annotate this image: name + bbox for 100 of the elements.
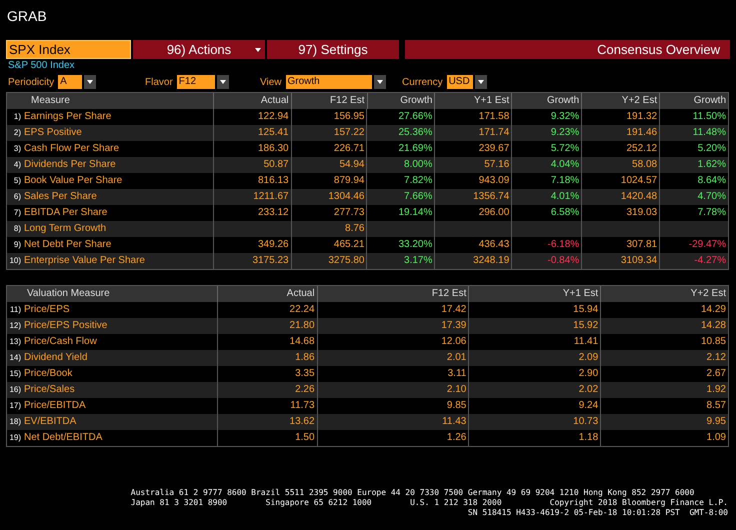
value-text: 9.85 [446,400,466,411]
value-text: 943.09 [478,175,510,186]
measure-link[interactable]: EPS Positive [23,125,82,141]
value-text: 156.95 [334,111,364,122]
growth-text: 6.58% [550,207,580,218]
value-text: 15.92 [573,320,598,331]
column-header: F12 Est [432,288,466,299]
value-text: 239.67 [478,143,510,154]
value-text: 233.12 [258,207,289,218]
value-text: 191.46 [626,127,658,138]
growth-text: 7.78% [698,207,726,218]
row-number: 4) [12,159,22,171]
value-text: 296.00 [478,207,510,218]
growth-text: 7.82% [404,175,432,186]
measure-link[interactable]: Earnings Per Share [23,109,112,125]
growth-text: -0.84% [548,255,580,266]
row-number: 15) [8,368,22,380]
measure-link[interactable]: Price/Cash Flow [23,334,97,350]
column-header: Y+2 Est [622,95,658,106]
value-text: 1304.46 [328,191,364,202]
column-header: Growth [546,95,580,106]
value-text: 2.09 [578,352,598,363]
value-text: 54.94 [339,159,364,170]
measure-link[interactable]: Price/Book [23,366,72,382]
growth-text: 5.20% [698,143,726,154]
value-text: 1024.57 [620,175,658,186]
measure-link[interactable]: Enterprise Value Per Share [23,253,145,269]
value-text: 8.76 [345,223,364,234]
value-text: 307.81 [626,239,658,250]
security-field[interactable]: SPX Index [6,40,131,59]
growth-text: 9.32% [550,111,580,122]
row-number: 19) [8,432,22,444]
growth-text: 1.62% [698,159,726,170]
value-text: 57.16 [484,159,510,170]
value-text: 10.85 [700,336,726,347]
row-number: 7) [12,207,22,219]
footer-text: Japan 81 3 3201 8900 Singapore 65 6212 1000 U.S. 1 212 318 2000 Copyright 2018 Bloomberg Finance L.P. [130,498,728,508]
measure-link[interactable]: Price/EPS [23,302,70,318]
value-text: 1.50 [295,432,315,443]
value-text: 17.42 [441,304,466,315]
value-text: 3.11 [448,368,466,379]
growth-text: 21.69% [398,143,432,154]
growth-text: 11.50% [692,111,726,122]
actions-label: 96) Actions [166,40,232,59]
measure-link[interactable]: Sales Per Share [23,189,97,205]
actions-menu-button[interactable]: 96) Actions [133,40,265,59]
value-text: 17.39 [441,320,466,331]
caret-icon [374,75,386,89]
value-text: 2.90 [578,368,598,379]
row-number: 12) [8,320,22,332]
measure-link[interactable]: Dividends Per Share [23,157,116,173]
value-text: 11.73 [290,400,315,411]
measure-link[interactable]: EV/EBITDA [23,414,76,430]
value-text: 1420.48 [620,191,658,202]
value-text: 8.57 [706,400,726,411]
page-title: Consensus Overview [405,40,730,59]
value-text: 14.28 [700,320,726,331]
security-description: S&P 500 Index [7,59,76,73]
measure-link[interactable]: Net Debt/EBITDA [23,430,102,446]
measure-link[interactable]: Book Value Per Share [23,173,122,189]
measure-link[interactable]: Price/EPS Positive [23,318,108,334]
value-text: 21.80 [290,320,315,331]
growth-text: 9.23% [550,127,580,138]
caret-icon [474,75,487,89]
footer-text: SN 518415 H433-4619-2 05-Feb-18 10:01:28 PST GMT-8:00 [468,508,728,518]
caret-icon [216,75,229,89]
row-number: 5) [12,175,22,187]
growth-text: 4.01% [550,191,580,202]
measure-link[interactable]: Price/Sales [23,382,75,398]
measure-link[interactable]: Net Debt Per Share [23,237,112,253]
value-text: 2.12 [706,352,726,363]
value-text: 3275.80 [328,255,364,266]
column-header: Actual [260,95,289,106]
value-text: 226.71 [334,143,364,154]
value-text: 3.35 [295,368,315,379]
value-text: 3175.23 [252,255,289,266]
growth-text: -4.27% [694,255,726,266]
value-text: 349.26 [258,239,289,250]
value-text: 879.94 [334,175,364,186]
measure-link[interactable]: Cash Flow Per Share [23,141,120,157]
value-text: 58.08 [632,159,658,170]
growth-text: 8.00% [404,159,432,170]
settings-button[interactable]: 97) Settings [267,40,399,59]
value-text: 1356.74 [473,191,510,202]
growth-text: 7.18% [550,175,580,186]
growth-text: 5.72% [550,143,580,154]
value-text: 319.03 [626,207,658,218]
value-text: 2.01 [446,352,466,363]
measure-link[interactable]: EBITDA Per Share [23,205,108,221]
value-text: 1.18 [578,432,598,443]
value-text: 3248.19 [473,255,510,266]
footer-text: Australia 61 2 9777 8600 Brazil 5511 2395 9000 Europe 44 20 7330 7500 Germany 49 69 9204 1210 Hong Kong 852 2977 6000 [130,488,694,498]
growth-text: 7.66% [404,191,432,202]
row-number: 16) [8,384,22,396]
measure-link[interactable]: Long Term Growth [23,221,106,237]
filter-label: Currency [402,76,443,90]
growth-text: -6.18% [548,239,580,250]
measure-link[interactable]: Dividend Yield [23,350,88,366]
measure-link[interactable]: Price/EBITDA [23,398,86,414]
value-text: 13.62 [290,416,315,427]
